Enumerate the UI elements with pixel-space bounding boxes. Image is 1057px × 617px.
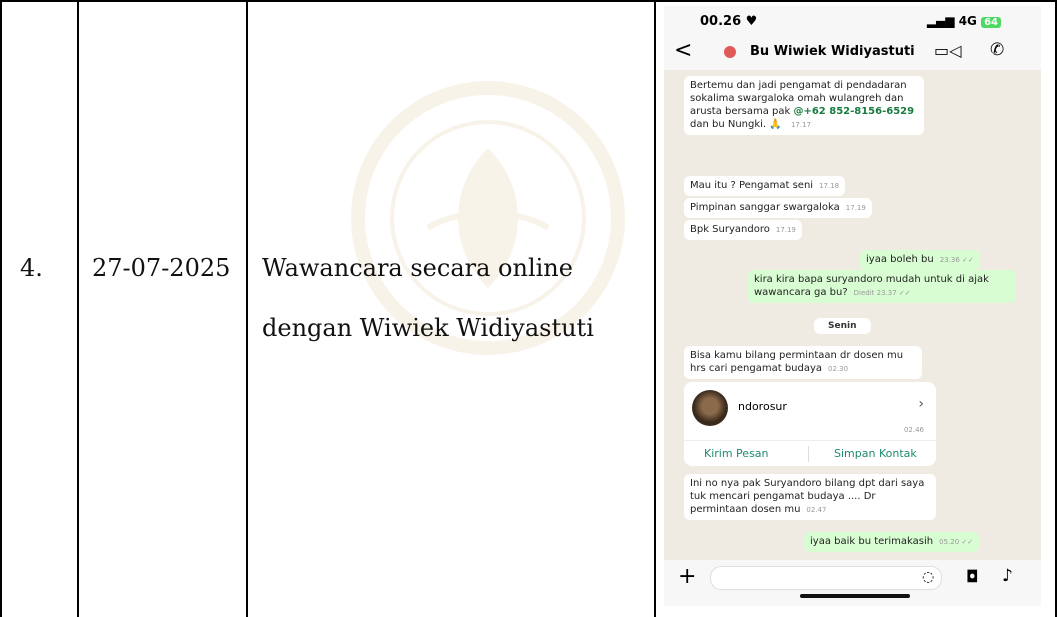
message-time: 17.19: [775, 226, 796, 234]
sticker-icon[interactable]: ◌: [922, 569, 934, 585]
activity-line-2: dengan Wiwiek Widiyastuti: [262, 314, 594, 342]
message-text: iyaa baik bu terimakasih: [810, 536, 934, 547]
message-text: Pimpinan sanggar swargaloka: [690, 202, 840, 213]
message-text: Bpk Suryandoro: [690, 224, 770, 235]
chat-header: < Bu Wiwiek Widiyastuti ▭◁ ✆: [664, 36, 1041, 71]
contact-card-actions: Kirim Pesan Simpan Kontak: [684, 440, 936, 467]
message-time: 17.18: [819, 182, 840, 190]
back-icon[interactable]: <: [674, 38, 692, 63]
message-time: Diedit 23.37 ✓✓: [853, 289, 911, 297]
network-label: 4G: [958, 14, 977, 28]
message-time: 05.20 ✓✓: [939, 538, 974, 546]
row-date: 27-07-2025: [92, 254, 231, 282]
contact-card-time: 02.46: [903, 426, 924, 434]
message-text: Bisa kamu bilang permintaan dr dosen mu …: [690, 350, 904, 374]
phone-number-link[interactable]: @+62 852-8156-6529: [793, 106, 914, 117]
contact-name[interactable]: Bu Wiwiek Widiyastuti: [750, 44, 915, 59]
signal-icon: ▂▄▆: [926, 14, 955, 28]
message-bubble[interactable]: Bertemu dan jadi pengamat di pendadaran …: [684, 76, 924, 135]
message-bubble[interactable]: Mau itu ? Pengamat seni 17.18: [684, 176, 846, 196]
activity-line-1: Wawancara secara online: [262, 254, 573, 282]
table-top-border: [0, 0, 1057, 2]
message-text: Mau itu ? Pengamat seni: [690, 180, 814, 191]
message-text: iyaa boleh bu: [866, 254, 934, 265]
send-message-button[interactable]: Kirim Pesan: [704, 447, 769, 460]
contact-card[interactable]: ndorosur › 02.46 Kirim Pesan Simpan Kont…: [684, 382, 936, 466]
contact-card-name: ndorosur: [738, 400, 787, 413]
message-time: 02.47: [806, 506, 827, 514]
phone-call-icon[interactable]: ✆: [990, 40, 1004, 60]
contact-avatar[interactable]: [724, 46, 736, 58]
message-bubble[interactable]: Bisa kamu bilang permintaan dr dosen mu …: [684, 346, 922, 379]
day-separator: Senin: [814, 318, 871, 334]
table-border-left: [0, 0, 2, 617]
message-bubble[interactable]: iyaa boleh bu 23.36 ✓✓: [860, 250, 980, 270]
table-border-col3: [654, 0, 656, 617]
message-time: 17.17: [790, 121, 811, 129]
divider: [808, 446, 809, 462]
plus-icon[interactable]: +: [678, 564, 696, 589]
video-call-icon[interactable]: ▭◁: [934, 41, 961, 60]
status-time: 00.26 ♥: [700, 14, 758, 29]
message-input[interactable]: [710, 566, 942, 590]
message-bubble[interactable]: iyaa baik bu terimakasih 05.20 ✓✓: [804, 532, 980, 552]
contact-card-avatar: [692, 390, 728, 426]
status-network: ▂▄▆ 4G 64: [927, 14, 1001, 28]
chat-screenshot: 00.26 ♥ ▂▄▆ 4G 64 < Bu Wiwiek Widiyastut…: [664, 6, 1041, 606]
status-bar: 00.26 ♥ ▂▄▆ 4G 64: [664, 6, 1041, 36]
table-border-col2: [246, 0, 248, 617]
message-input-bar: + ◌ ◘ ♪: [664, 560, 1041, 606]
message-time: 02.30: [828, 365, 849, 373]
message-time: 23.36 ✓✓: [939, 256, 974, 264]
message-bubble[interactable]: kira kira bapa suryandoro mudah untuk di…: [748, 270, 1016, 303]
table-border-col1: [77, 0, 79, 617]
message-bubble[interactable]: Pimpinan sanggar swargaloka 17.19: [684, 198, 872, 218]
message-bubble[interactable]: Ini no nya pak Suryandoro bilang dpt dar…: [684, 474, 936, 520]
save-contact-button[interactable]: Simpan Kontak: [834, 447, 917, 460]
chevron-right-icon[interactable]: ›: [918, 396, 924, 412]
message-bubble[interactable]: Bpk Suryandoro 17.19: [684, 220, 802, 240]
home-indicator: [800, 594, 910, 598]
message-time: 17.19: [845, 204, 866, 212]
chat-area[interactable]: Bertemu dan jadi pengamat di pendadaran …: [664, 70, 1041, 560]
row-number: 4.: [20, 254, 43, 282]
camera-icon[interactable]: ◘: [966, 567, 979, 586]
battery-icon: 64: [981, 17, 1001, 28]
message-text: dan bu Nungki. 🙏: [690, 119, 782, 130]
microphone-icon[interactable]: ♪: [1002, 566, 1013, 586]
